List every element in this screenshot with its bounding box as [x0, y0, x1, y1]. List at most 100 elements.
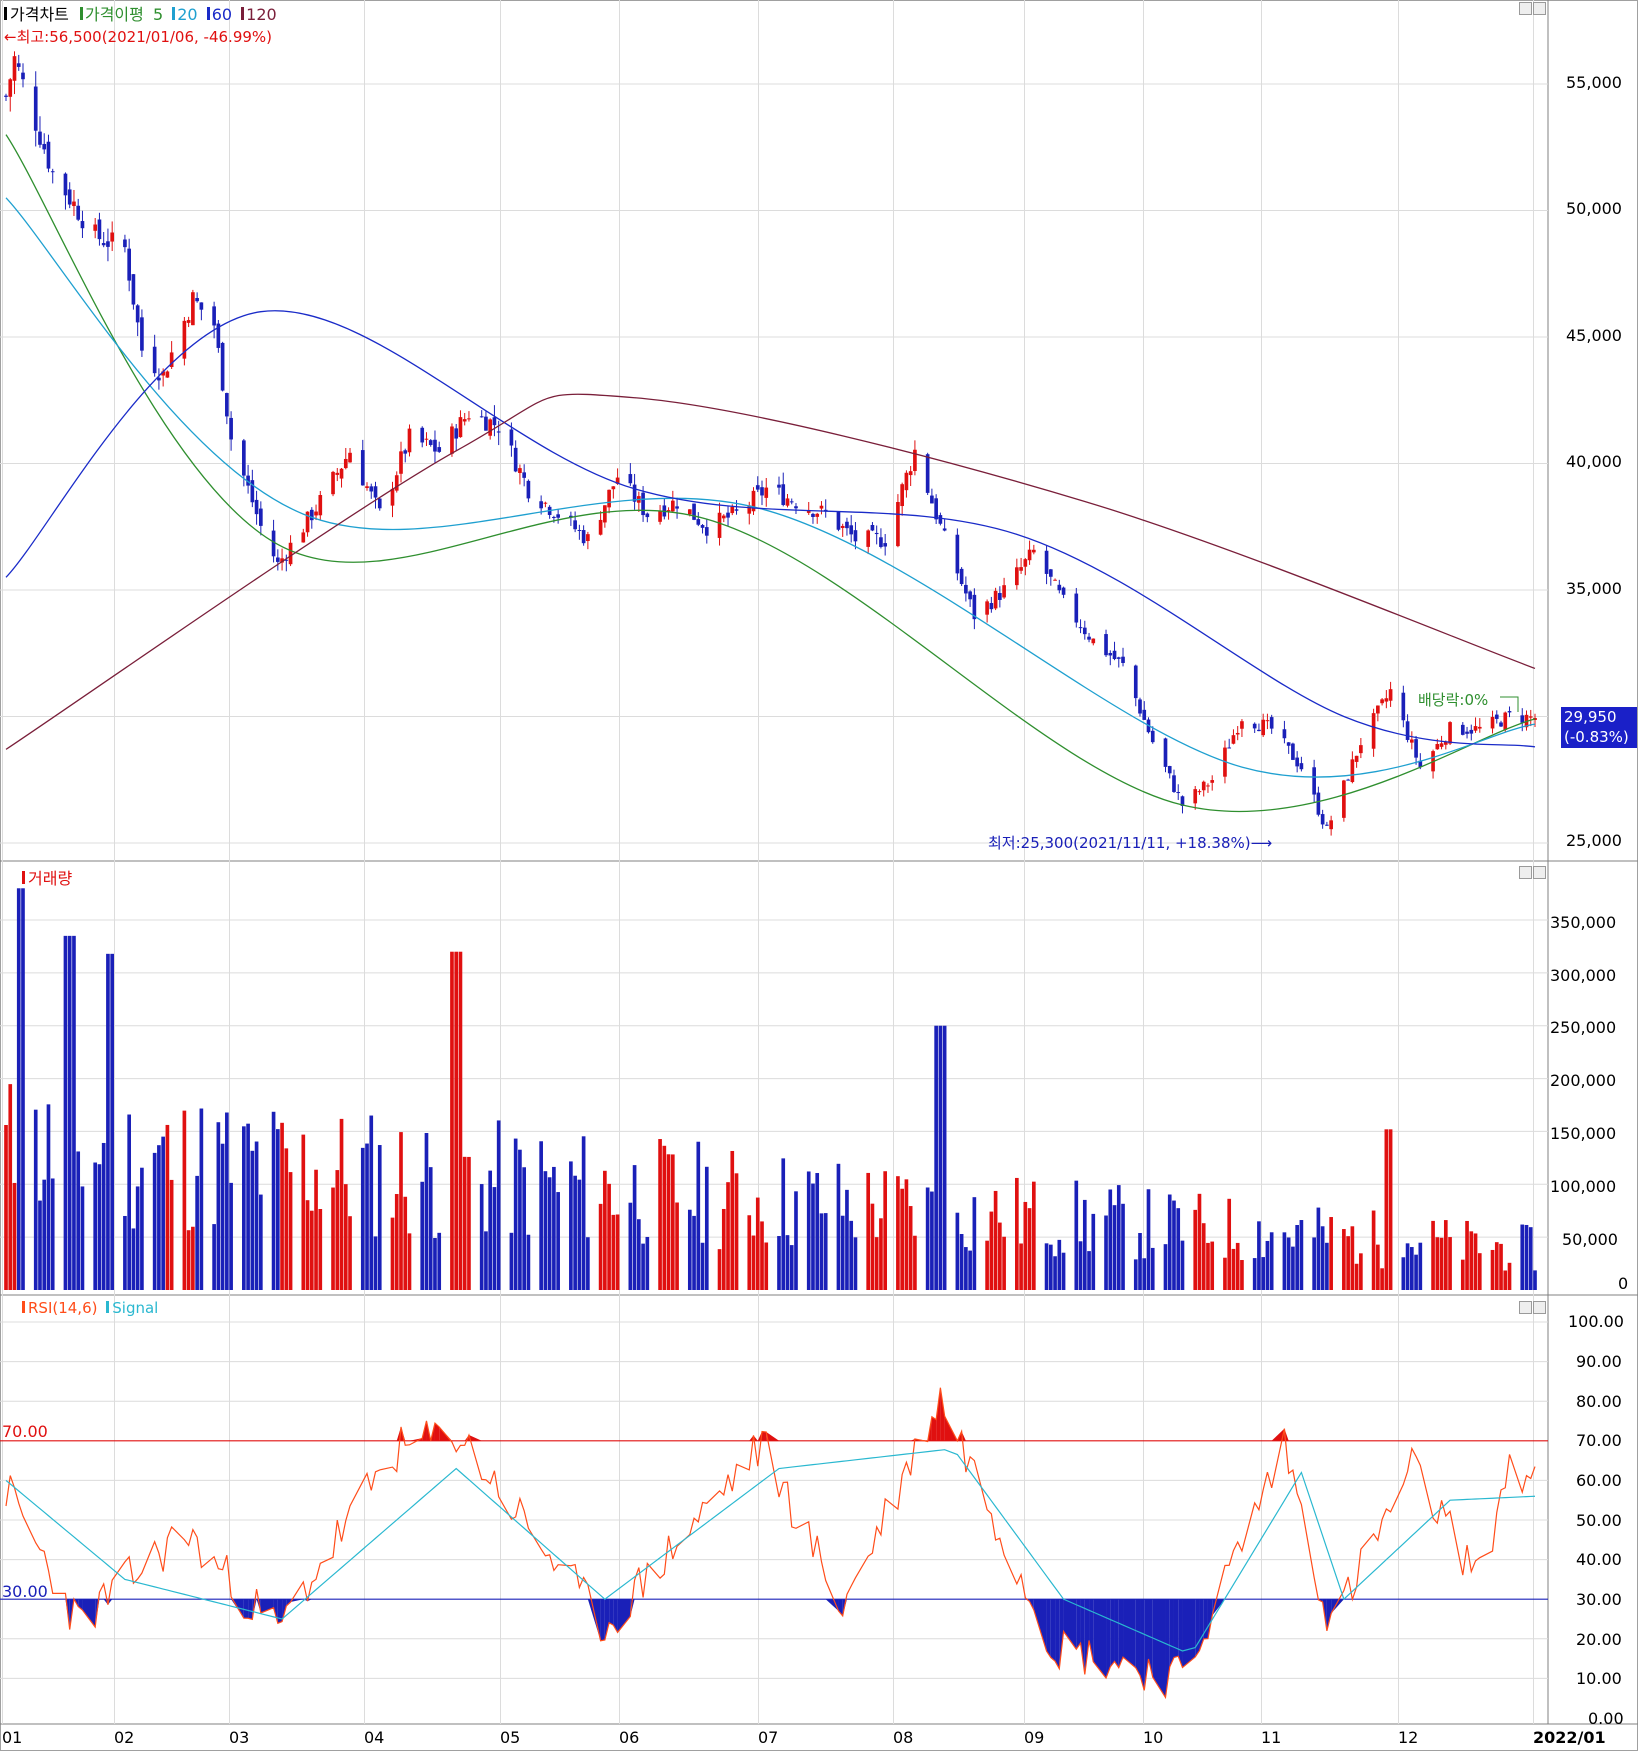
candle-body — [335, 472, 340, 475]
candle-body — [106, 241, 110, 247]
last-price-change: (-0.83%) — [1564, 728, 1629, 746]
volume-bar — [140, 1167, 144, 1290]
ma-20-line — [5, 197, 1536, 778]
volume-bar — [1197, 1193, 1202, 1290]
candle-body — [1405, 721, 1410, 740]
rsi-upper-line-label: 70.00 — [2, 1422, 48, 1441]
volume-bar — [840, 1215, 845, 1290]
rsi-panel-close-icon[interactable] — [1533, 1301, 1546, 1314]
price-panel-close-icon[interactable] — [1533, 2, 1546, 15]
candle-body — [301, 532, 306, 543]
candle-body — [275, 557, 280, 562]
candle-body — [1044, 550, 1049, 574]
volume-bar — [462, 1156, 467, 1290]
candle-body — [437, 447, 442, 452]
volume-bar — [1231, 1248, 1236, 1290]
price-panel-minimize-icon[interactable] — [1519, 2, 1532, 15]
volume-bar — [225, 1112, 229, 1290]
rsi-y-tick: 100.00 — [1568, 1312, 1624, 1331]
rsi-y-tick: 60.00 — [1576, 1471, 1622, 1490]
volume-bar — [1291, 1246, 1295, 1290]
rsi-oversold-fill — [1123, 1599, 1136, 1668]
volume-legend-swatch — [22, 871, 25, 884]
volume-bar — [879, 1218, 883, 1290]
candle-body — [424, 438, 429, 440]
volume-y-tick: 0 — [1618, 1274, 1629, 1293]
volume-bar — [4, 1124, 8, 1290]
rsi-panel-minimize-icon[interactable] — [1519, 1301, 1532, 1314]
candle-body — [1015, 567, 1019, 586]
volume-bar — [1350, 1226, 1355, 1290]
candle-body — [1439, 743, 1444, 747]
ma120-label: 120 — [246, 5, 277, 24]
candle-body — [50, 171, 55, 173]
candle-body — [1193, 789, 1198, 804]
candle-body — [509, 429, 514, 446]
volume-panel-close-icon[interactable] — [1533, 866, 1546, 879]
price-y-tick: 35,000 — [1566, 579, 1622, 598]
candle-body — [1163, 738, 1168, 767]
volume-bar — [1282, 1232, 1287, 1290]
volume-panel-minimize-icon[interactable] — [1519, 866, 1532, 879]
volume-bar — [518, 1149, 522, 1290]
candle-body — [454, 428, 459, 439]
candle-body — [195, 298, 199, 302]
volume-bar — [1320, 1226, 1325, 1290]
volume-bar — [496, 1120, 501, 1290]
candle-body — [377, 498, 382, 509]
volume-bar — [212, 1224, 216, 1290]
volume-bar — [1520, 1224, 1525, 1290]
volume-bar — [632, 1165, 637, 1290]
price-y-tick: 40,000 — [1566, 452, 1622, 471]
volume-bar — [811, 1183, 815, 1290]
chart-canvas[interactable] — [0, 0, 1638, 1751]
volume-bar — [450, 951, 454, 1290]
dividend-annotation: 배당락:0% — [1418, 691, 1489, 709]
rsi-oversold-fill — [1135, 1599, 1141, 1676]
candle-body — [1252, 723, 1257, 729]
volume-bar — [607, 1183, 611, 1290]
volume-bar — [751, 1235, 756, 1290]
candle-body — [1494, 714, 1499, 719]
volume-bar — [1414, 1254, 1418, 1290]
volume-bar — [399, 1132, 403, 1290]
ma120-swatch — [241, 7, 245, 20]
candle-body — [229, 417, 233, 440]
candle-body — [836, 511, 841, 530]
candle-body — [309, 509, 314, 521]
rsi-overbought-fill — [931, 1416, 937, 1441]
volume-bar — [547, 1177, 552, 1290]
candle-body — [220, 342, 225, 391]
volume-bar — [721, 1208, 726, 1290]
volume-bar — [1384, 1129, 1389, 1290]
candle-body — [360, 450, 365, 486]
volume-bar — [67, 935, 72, 1290]
volume-bar — [1133, 1259, 1138, 1290]
candle-body — [1473, 726, 1478, 731]
volume-bar — [1460, 1259, 1465, 1290]
volume-bar — [216, 1122, 221, 1290]
volume-bar — [8, 1084, 13, 1290]
candle-body — [8, 79, 13, 97]
volume-bar — [424, 1133, 429, 1290]
volume-bar — [271, 1111, 276, 1290]
candle-body — [259, 508, 263, 526]
candle-body — [607, 489, 611, 508]
rsi-oversold-fill — [277, 1599, 283, 1624]
volume-bar — [849, 1220, 854, 1290]
x-axis-label: 10 — [1143, 1728, 1164, 1747]
volume-bar — [819, 1213, 824, 1290]
volume-bar — [1091, 1213, 1096, 1290]
candle-body — [1350, 759, 1355, 783]
volume-y-tick: 200,000 — [1550, 1071, 1617, 1090]
volume-bar — [687, 1209, 692, 1290]
candle-body — [603, 505, 607, 523]
volume-bar — [1053, 1256, 1057, 1290]
volume-bar — [1201, 1223, 1206, 1290]
volume-bar — [1172, 1200, 1176, 1290]
volume-bar — [938, 1025, 943, 1290]
candle-body — [63, 173, 68, 196]
candle-body — [938, 515, 943, 524]
candle-body — [704, 527, 709, 536]
volume-bar — [390, 1217, 395, 1290]
